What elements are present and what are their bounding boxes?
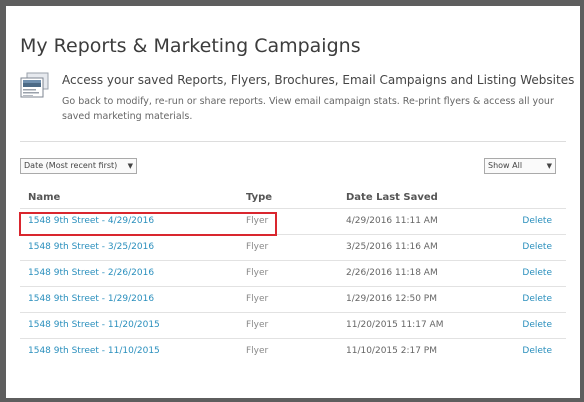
report-date: 11/10/2015 2:17 PM bbox=[346, 346, 437, 356]
delete-link[interactable]: Delete bbox=[522, 293, 552, 305]
table-row: 1548 9th Street - 11/20/2015 Flyer 11/20… bbox=[20, 312, 566, 338]
delete-link[interactable]: Delete bbox=[522, 319, 552, 331]
row-divider bbox=[20, 338, 566, 339]
report-date: 11/20/2015 11:17 AM bbox=[346, 320, 444, 330]
report-date: 3/25/2016 11:16 AM bbox=[346, 242, 438, 252]
delete-link[interactable]: Delete bbox=[522, 345, 552, 357]
filter-select[interactable]: Show All ▼ bbox=[484, 158, 556, 174]
report-date: 1/29/2016 12:50 PM bbox=[346, 294, 437, 304]
highlight-box bbox=[19, 212, 277, 236]
chevron-down-icon: ▼ bbox=[127, 162, 133, 170]
column-header-type[interactable]: Type bbox=[246, 191, 272, 204]
table-row: 1548 9th Street - 2/26/2016 Flyer 2/26/2… bbox=[20, 260, 566, 286]
column-header-date[interactable]: Date Last Saved bbox=[346, 191, 438, 204]
page-title: My Reports & Marketing Campaigns bbox=[20, 35, 361, 57]
delete-link[interactable]: Delete bbox=[522, 241, 552, 253]
sort-select-value: Date (Most recent first) bbox=[24, 161, 118, 170]
report-link[interactable]: 1548 9th Street - 11/20/2015 bbox=[28, 319, 160, 331]
reports-panel: My Reports & Marketing Campaigns Access … bbox=[6, 6, 580, 398]
filter-select-value: Show All bbox=[488, 161, 523, 170]
sort-select[interactable]: Date (Most recent first) ▼ bbox=[20, 158, 137, 174]
intro-heading: Access your saved Reports, Flyers, Broch… bbox=[62, 73, 575, 87]
report-type: Flyer bbox=[246, 242, 269, 252]
row-divider bbox=[20, 208, 566, 209]
delete-link[interactable]: Delete bbox=[522, 267, 552, 279]
table-row: 1548 9th Street - 1/29/2016 Flyer 1/29/2… bbox=[20, 286, 566, 312]
report-type: Flyer bbox=[246, 320, 269, 330]
column-header-name[interactable]: Name bbox=[28, 191, 60, 204]
table-row: 1548 9th Street - 11/10/2015 Flyer 11/10… bbox=[20, 338, 566, 364]
report-link[interactable]: 1548 9th Street - 2/26/2016 bbox=[28, 267, 154, 279]
intro-description: Go back to modify, re-run or share repor… bbox=[62, 96, 554, 122]
reports-icon bbox=[20, 72, 49, 98]
report-link[interactable]: 1548 9th Street - 3/25/2016 bbox=[28, 241, 154, 253]
delete-link[interactable]: Delete bbox=[522, 215, 552, 227]
report-link[interactable]: 1548 9th Street - 11/10/2015 bbox=[28, 345, 160, 357]
row-divider bbox=[20, 312, 566, 313]
report-date: 2/26/2016 11:18 AM bbox=[346, 268, 438, 278]
section-divider bbox=[20, 141, 566, 142]
row-divider bbox=[20, 260, 566, 261]
report-link[interactable]: 1548 9th Street - 1/29/2016 bbox=[28, 293, 154, 305]
report-type: Flyer bbox=[246, 346, 269, 356]
report-date: 4/29/2016 11:11 AM bbox=[346, 216, 438, 226]
row-divider bbox=[20, 286, 566, 287]
table-row: 1548 9th Street - 3/25/2016 Flyer 3/25/2… bbox=[20, 234, 566, 260]
report-type: Flyer bbox=[246, 294, 269, 304]
report-type: Flyer bbox=[246, 268, 269, 278]
chevron-down-icon: ▼ bbox=[546, 162, 552, 170]
